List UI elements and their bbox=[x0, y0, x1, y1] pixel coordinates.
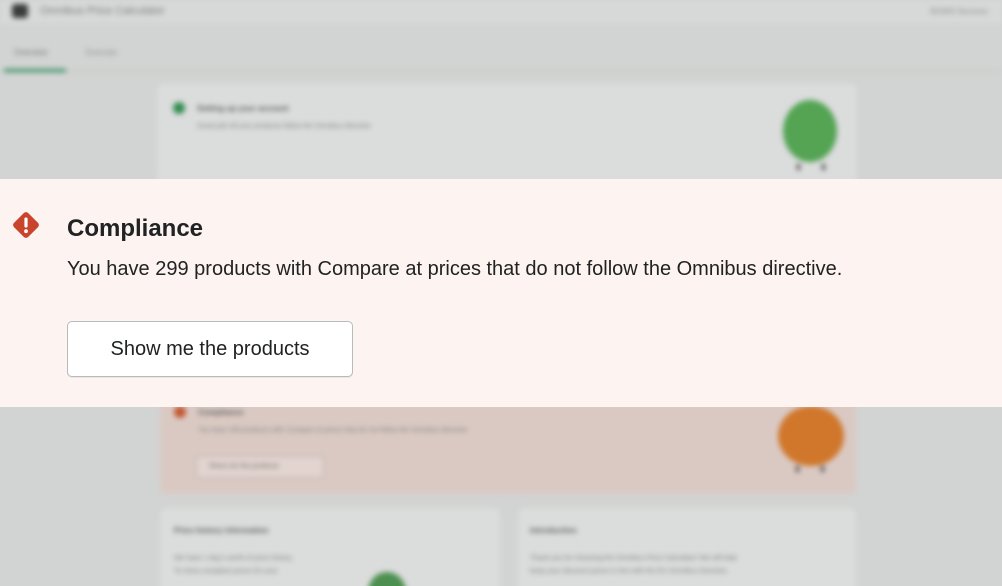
price-history-card: Price history information We have 1 day'… bbox=[160, 508, 500, 586]
tab-bar: Overview Exercise bbox=[0, 30, 1002, 72]
introduction-card: Introduction Thank you for choosing the … bbox=[518, 508, 856, 586]
green-mascot-icon bbox=[783, 100, 837, 162]
critical-status-icon bbox=[174, 406, 186, 418]
price-history-title: Price history information bbox=[174, 526, 269, 535]
price-history-text-2: To show compliant prices for your bbox=[174, 568, 278, 575]
app-logo-icon bbox=[12, 4, 28, 18]
compliance-banner: Compliance You have 299 products with Co… bbox=[0, 179, 1002, 407]
show-products-button-label: Show me the products bbox=[110, 338, 310, 360]
setup-card-title: Setting up your account bbox=[197, 104, 289, 113]
introduction-text-2: keep your discount prices in line with t… bbox=[530, 568, 729, 575]
compliance-card-button-label: Show me the products bbox=[209, 463, 279, 470]
orange-mascot-icon bbox=[778, 406, 844, 466]
compliance-card: Compliance You have 299 products with Co… bbox=[160, 398, 856, 494]
alert-diamond-icon bbox=[13, 212, 39, 238]
tab-exercise[interactable]: Exercise bbox=[86, 48, 117, 57]
banner-title: Compliance bbox=[67, 215, 204, 242]
success-status-icon bbox=[173, 102, 185, 114]
app-title: Omnibus Price Calculator bbox=[40, 5, 165, 17]
compliance-card-title: Compliance bbox=[198, 408, 244, 417]
setup-card: Setting up your account Great job! All y… bbox=[157, 84, 857, 184]
show-products-button[interactable]: Show me the products bbox=[67, 321, 353, 377]
price-history-text-1: We have 1 day's worth of price history. bbox=[174, 555, 294, 562]
introduction-text-1: Thank you for choosing the Omnibus Price… bbox=[530, 555, 737, 562]
compliance-card-button[interactable]: Show me the products bbox=[196, 456, 324, 478]
banner-message: You have 299 products with Compare at pr… bbox=[67, 258, 843, 280]
orange-mascot-legs bbox=[796, 466, 824, 472]
user-name: BOWN Services bbox=[930, 7, 988, 16]
setup-card-text: Great job! All your products follow the … bbox=[197, 123, 371, 130]
tab-overview[interactable]: Overview bbox=[14, 48, 47, 57]
small-mascot-icon bbox=[368, 572, 406, 586]
introduction-title: Introduction bbox=[530, 526, 577, 535]
tab-overview-underline bbox=[4, 69, 66, 72]
green-mascot-legs bbox=[797, 164, 825, 170]
compliance-card-text: You have 299 products with Compare at pr… bbox=[198, 427, 470, 434]
app-topbar: Omnibus Price Calculator BOWN Services bbox=[0, 0, 1002, 24]
